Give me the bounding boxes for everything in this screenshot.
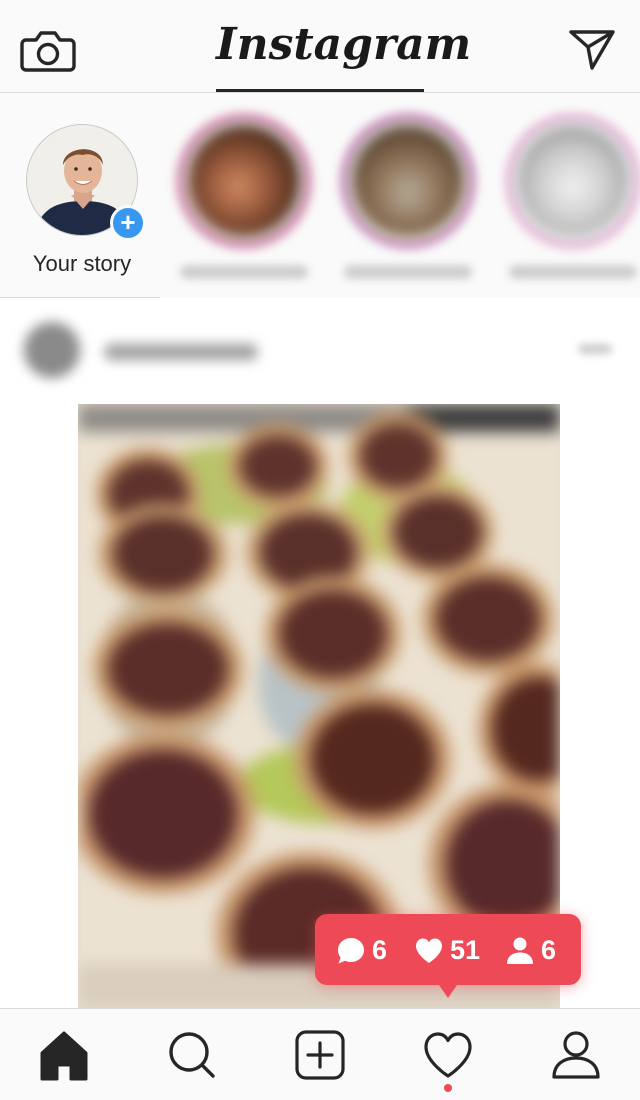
story-item[interactable] — [340, 113, 476, 293]
story-username-blurred — [180, 265, 308, 279]
add-post-icon[interactable] — [288, 1023, 352, 1087]
top-bar: Instagram — [0, 0, 640, 93]
stories-tray: + Your story — [0, 93, 640, 298]
search-icon[interactable] — [160, 1023, 224, 1087]
heart-icon[interactable] — [416, 1023, 480, 1087]
story-item[interactable] — [176, 113, 312, 293]
post-author-name-blurred[interactable] — [104, 344, 258, 360]
paper-plane-icon[interactable] — [566, 26, 618, 72]
post-author-avatar[interactable] — [24, 322, 80, 378]
comment-count-value: 6 — [372, 935, 388, 965]
comment-icon — [338, 938, 364, 964]
blurred-avatar — [187, 124, 301, 238]
home-icon[interactable] — [32, 1023, 96, 1087]
post-header — [0, 298, 640, 398]
plus-icon[interactable]: + — [110, 205, 146, 241]
person-icon — [507, 937, 533, 964]
camera-icon[interactable] — [20, 24, 76, 74]
heart-icon — [416, 938, 442, 963]
more-options-icon[interactable] — [578, 344, 612, 354]
logo-tab: Instagram — [216, 10, 472, 92]
blurred-avatar — [351, 124, 465, 238]
blurred-avatar — [516, 124, 630, 238]
profile-icon[interactable] — [544, 1023, 608, 1087]
your-story-label: Your story — [32, 251, 132, 276]
follow-count-value: 6 — [541, 935, 557, 965]
story-item[interactable] — [505, 113, 640, 293]
comment-count: 6 — [336, 933, 406, 967]
activity-notification-bubble[interactable]: 6 51 6 — [315, 914, 581, 985]
notification-dot — [444, 1084, 452, 1092]
story-username-blurred — [344, 265, 472, 279]
like-count: 51 — [414, 933, 504, 967]
follow-count: 6 — [505, 933, 575, 967]
like-count-value: 51 — [450, 935, 481, 965]
your-story[interactable]: + Your story — [0, 93, 160, 298]
bottom-navigation — [0, 1008, 640, 1100]
story-username-blurred — [509, 265, 637, 279]
instagram-logo: Instagram — [216, 19, 472, 70]
